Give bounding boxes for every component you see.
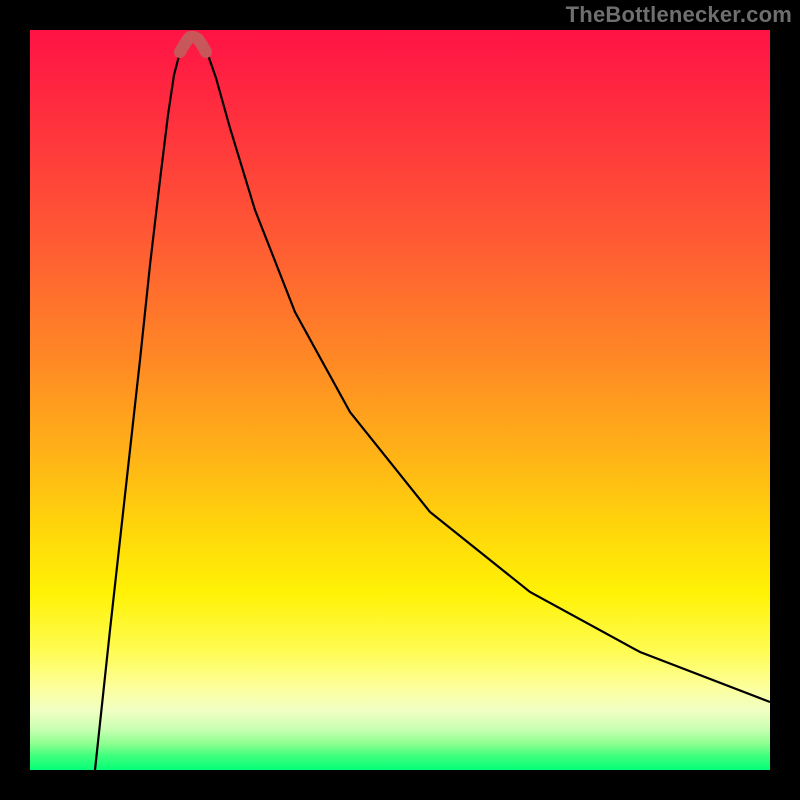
curve-layer: [30, 30, 770, 770]
watermark-text: TheBottlenecker.com: [566, 2, 792, 28]
left-branch-path: [95, 42, 188, 770]
plot-area: [30, 30, 770, 770]
chart-frame: TheBottlenecker.com: [0, 0, 800, 800]
right-branch-path: [198, 42, 770, 702]
valley-marker-path: [180, 37, 206, 52]
